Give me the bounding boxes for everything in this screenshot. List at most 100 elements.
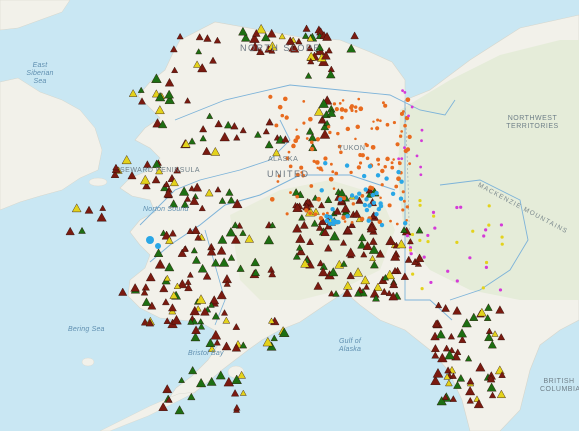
- dot-marker[interactable]: [328, 214, 333, 220]
- dot-marker[interactable]: [376, 118, 380, 122]
- dot-marker[interactable]: [315, 137, 321, 142]
- dot-marker[interactable]: [366, 218, 371, 223]
- dot-marker[interactable]: [407, 114, 410, 118]
- dot-marker[interactable]: [432, 214, 436, 218]
- dot-marker[interactable]: [338, 197, 343, 202]
- dot-marker[interactable]: [402, 220, 408, 226]
- dot-marker[interactable]: [400, 130, 404, 133]
- dot-marker[interactable]: [340, 115, 344, 120]
- dot-marker[interactable]: [487, 204, 491, 208]
- dot-marker[interactable]: [395, 222, 399, 226]
- dot-marker[interactable]: [419, 165, 423, 169]
- dot-marker[interactable]: [371, 200, 377, 205]
- dot-marker[interactable]: [380, 183, 384, 187]
- dot-marker[interactable]: [302, 121, 306, 125]
- dot-marker[interactable]: [395, 142, 400, 147]
- dot-marker[interactable]: [392, 120, 397, 125]
- dot-marker[interactable]: [402, 199, 406, 203]
- dot-marker[interactable]: [308, 116, 313, 122]
- dot-marker[interactable]: [378, 201, 383, 206]
- dot-marker[interactable]: [359, 216, 365, 222]
- dot-marker[interactable]: [390, 165, 395, 170]
- dot-marker[interactable]: [370, 192, 375, 198]
- dot-marker[interactable]: [420, 128, 424, 132]
- dot-marker[interactable]: [287, 150, 291, 154]
- dot-marker[interactable]: [356, 165, 362, 170]
- dot-marker[interactable]: [383, 164, 387, 169]
- dot-marker[interactable]: [326, 211, 329, 215]
- dot-marker[interactable]: [354, 109, 358, 113]
- dot-marker[interactable]: [318, 216, 324, 221]
- dot-marker[interactable]: [370, 144, 376, 150]
- dot-marker[interactable]: [379, 222, 385, 228]
- dot-marker[interactable]: [326, 125, 331, 129]
- dot-marker[interactable]: [411, 272, 415, 276]
- dot-marker[interactable]: [331, 221, 336, 226]
- dot-marker[interactable]: [415, 154, 419, 158]
- dot-marker[interactable]: [364, 197, 369, 202]
- dot-marker[interactable]: [364, 207, 370, 213]
- dot-marker[interactable]: [468, 256, 472, 260]
- dot-marker[interactable]: [383, 103, 388, 108]
- dot-marker[interactable]: [420, 139, 423, 143]
- dot-marker[interactable]: [471, 229, 475, 233]
- dot-marker[interactable]: [295, 194, 300, 199]
- dot-marker[interactable]: [446, 269, 450, 273]
- dot-marker[interactable]: [367, 164, 373, 169]
- dot-marker[interactable]: [155, 243, 161, 249]
- dot-marker[interactable]: [358, 161, 363, 165]
- dot-marker[interactable]: [350, 220, 354, 224]
- dot-marker[interactable]: [363, 187, 368, 192]
- dot-marker[interactable]: [367, 203, 372, 208]
- dot-marker[interactable]: [321, 212, 326, 216]
- dot-marker[interactable]: [355, 124, 360, 130]
- dot-marker[interactable]: [280, 113, 285, 118]
- dot-marker[interactable]: [316, 196, 321, 202]
- dot-marker[interactable]: [291, 143, 296, 149]
- dot-marker[interactable]: [376, 206, 382, 212]
- dot-marker[interactable]: [410, 105, 414, 109]
- dot-marker[interactable]: [321, 169, 324, 172]
- dot-marker[interactable]: [309, 146, 315, 152]
- dot-marker[interactable]: [387, 203, 392, 208]
- dot-marker[interactable]: [455, 205, 459, 210]
- dot-marker[interactable]: [385, 156, 390, 162]
- dot-marker[interactable]: [405, 97, 411, 103]
- dot-marker[interactable]: [401, 190, 405, 194]
- dot-marker[interactable]: [401, 208, 405, 212]
- dot-marker[interactable]: [409, 252, 413, 256]
- dot-marker[interactable]: [498, 288, 503, 292]
- dot-marker[interactable]: [385, 122, 390, 127]
- dot-marker[interactable]: [268, 94, 273, 99]
- dot-marker[interactable]: [392, 158, 395, 161]
- dot-marker[interactable]: [338, 102, 342, 105]
- dot-marker[interactable]: [357, 191, 362, 196]
- dot-marker[interactable]: [368, 185, 373, 190]
- dot-marker[interactable]: [344, 163, 350, 168]
- dot-marker[interactable]: [399, 111, 405, 116]
- dot-marker[interactable]: [295, 128, 298, 131]
- dot-marker[interactable]: [277, 104, 283, 110]
- dot-marker[interactable]: [379, 196, 382, 200]
- dot-marker[interactable]: [410, 232, 415, 237]
- dot-marker[interactable]: [312, 159, 316, 163]
- dot-marker[interactable]: [353, 105, 358, 109]
- dot-marker[interactable]: [374, 190, 379, 196]
- dot-marker[interactable]: [405, 205, 410, 209]
- map-view[interactable]: NORTH SLOPE East Siberian Sea NORTHWEST …: [0, 0, 579, 431]
- dot-marker[interactable]: [419, 173, 423, 177]
- dot-marker[interactable]: [499, 223, 504, 227]
- dot-marker[interactable]: [455, 240, 459, 245]
- dot-marker[interactable]: [269, 196, 275, 202]
- dot-marker[interactable]: [431, 210, 436, 214]
- dot-marker[interactable]: [429, 280, 433, 285]
- dot-marker[interactable]: [426, 239, 430, 244]
- dot-marker[interactable]: [375, 173, 381, 178]
- dot-marker[interactable]: [354, 195, 359, 200]
- dot-marker[interactable]: [358, 106, 364, 112]
- dot-marker[interactable]: [365, 156, 370, 161]
- dot-marker[interactable]: [341, 215, 346, 221]
- dot-marker[interactable]: [390, 161, 394, 165]
- dot-marker[interactable]: [331, 170, 335, 174]
- dot-marker[interactable]: [343, 220, 347, 223]
